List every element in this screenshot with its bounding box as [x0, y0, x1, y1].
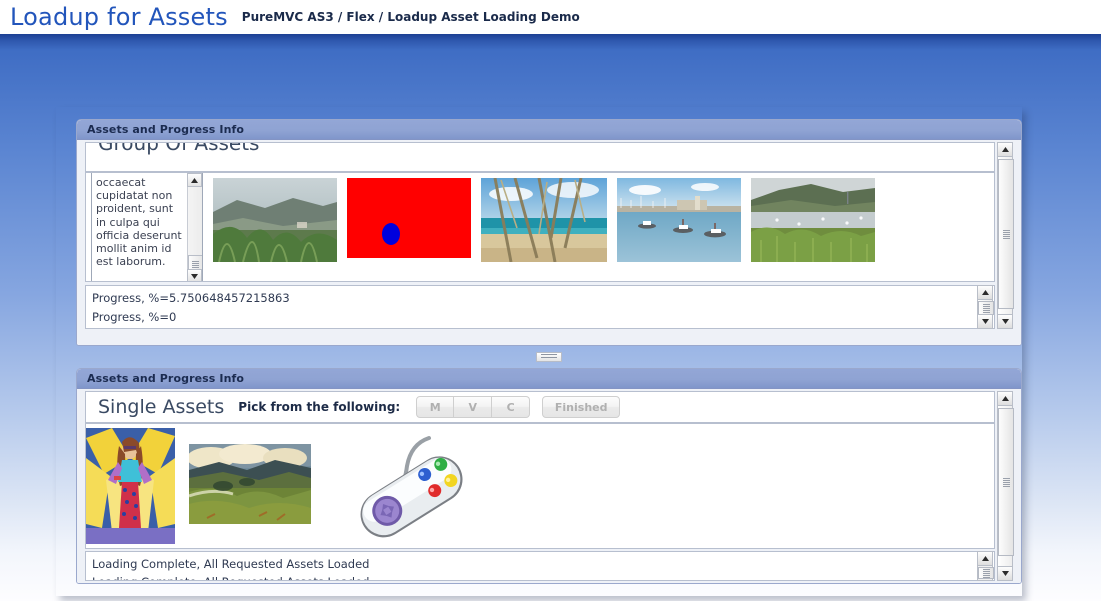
scroll-thumb[interactable]	[978, 567, 994, 579]
group-panel-vertical-scrollbar[interactable]	[997, 142, 1014, 329]
panel-single-body: Single Assets Pick from the following: M…	[77, 389, 1021, 583]
progress-line: Progress, %=0	[92, 310, 177, 324]
scroll-up-arrow-icon[interactable]	[997, 391, 1013, 406]
panel-single-header: Assets and Progress Info	[77, 369, 1021, 389]
group-progress-list[interactable]: Progress, %=5.750648457215863 Progress, …	[85, 285, 995, 329]
panel-group-body: Group Of Assets occaecat cupidatat non p…	[77, 140, 1021, 345]
thumbnail-game-controller-icon-image[interactable]	[337, 430, 479, 548]
scroll-grip-icon	[1002, 229, 1010, 239]
app-titlebar: Loadup for Assets PureMVC AS3 / Flex / L…	[0, 0, 1101, 34]
app-title: Loadup for Assets	[10, 3, 228, 31]
single-progress-vertical-scrollbar[interactable]	[977, 551, 994, 581]
app-container: Assets and Progress Info Group Of Assets…	[56, 107, 1022, 596]
scroll-grip-icon	[982, 568, 990, 578]
progress-line: Loading Complete, All Requested Assets L…	[92, 557, 370, 571]
pick-m-button[interactable]: M	[416, 396, 455, 418]
scroll-up-arrow-icon[interactable]	[997, 142, 1013, 157]
single-progress-list[interactable]: Loading Complete, All Requested Assets L…	[85, 551, 995, 581]
scroll-thumb[interactable]	[978, 301, 994, 315]
pick-c-button[interactable]: C	[492, 396, 531, 418]
scroll-up-arrow-icon[interactable]	[977, 285, 993, 300]
group-progress-vertical-scrollbar[interactable]	[977, 285, 994, 329]
thumbnail-coastal-hillside-photo[interactable]	[213, 178, 337, 263]
pick-button-group: M V C	[416, 396, 531, 418]
pick-from-the-following-label: Pick from the following:	[238, 400, 401, 414]
progress-line: Loading Complete, All Requested Assets L…	[92, 575, 369, 580]
scroll-up-arrow-icon[interactable]	[977, 551, 993, 566]
thumbnail-harbour-boats-photo[interactable]	[617, 178, 741, 262]
panel-single-title: Assets and Progress Info	[87, 372, 245, 385]
group-heading-box: Group Of Assets	[85, 142, 995, 172]
single-panel-vertical-scrollbar[interactable]	[997, 391, 1014, 581]
scroll-thumb[interactable]	[998, 408, 1014, 556]
panel-group-title: Assets and Progress Info	[87, 123, 245, 136]
scroll-grip-icon	[982, 303, 990, 313]
thumbnail-estuary-meadow-photo[interactable]	[751, 178, 875, 262]
lorem-asset-vertical-scrollbar[interactable]	[187, 173, 202, 281]
thumbnail-red-swatch-with-blue-dot[interactable]	[347, 178, 471, 258]
lorem-text-content: occaecat cupidatat non proident, sunt in…	[96, 176, 182, 269]
lorem-text-asset[interactable]: occaecat cupidatat non proident, sunt in…	[91, 173, 203, 281]
thumbnail-stained-glass-figure-illustration[interactable]	[86, 428, 175, 544]
single-heading-label: Single Assets	[98, 396, 225, 418]
group-heading-label: Group Of Assets	[98, 142, 260, 155]
thumbnail-palm-beach-photo[interactable]	[481, 177, 607, 263]
scroll-down-arrow-icon[interactable]	[997, 566, 1013, 581]
splitter-grip-icon[interactable]	[536, 352, 562, 362]
scroll-down-arrow-icon[interactable]	[997, 314, 1013, 329]
splitter-grip-lines	[541, 354, 557, 360]
panel-splitter[interactable]	[76, 350, 1022, 364]
scroll-grip-icon	[1002, 477, 1010, 487]
scroll-thumb[interactable]	[998, 159, 1014, 309]
progress-line: Progress, %=5.750648457215863	[92, 291, 290, 305]
app-stage-background: Assets and Progress Info Group Of Assets…	[0, 34, 1101, 601]
single-assets-toolbar: Single Assets Pick from the following: M…	[85, 391, 995, 423]
finished-button[interactable]: Finished	[542, 396, 621, 418]
pick-v-button[interactable]: V	[454, 396, 493, 418]
single-asset-strip[interactable]	[85, 423, 995, 549]
thumbnail-painted-landscape-image[interactable]	[187, 444, 311, 524]
panel-group-header: Assets and Progress Info	[77, 120, 1021, 140]
group-asset-strip[interactable]: occaecat cupidatat non proident, sunt in…	[85, 172, 995, 282]
panel-group-assets: Assets and Progress Info Group Of Assets…	[76, 119, 1022, 346]
app-subtitle: PureMVC AS3 / Flex / Loadup Asset Loadin…	[241, 10, 580, 24]
scroll-down-arrow-icon[interactable]	[977, 314, 993, 329]
panel-single-assets: Assets and Progress Info Single Assets P…	[76, 368, 1022, 584]
scroll-up-arrow-icon[interactable]	[187, 173, 202, 187]
scroll-down-arrow-icon[interactable]	[187, 269, 202, 281]
